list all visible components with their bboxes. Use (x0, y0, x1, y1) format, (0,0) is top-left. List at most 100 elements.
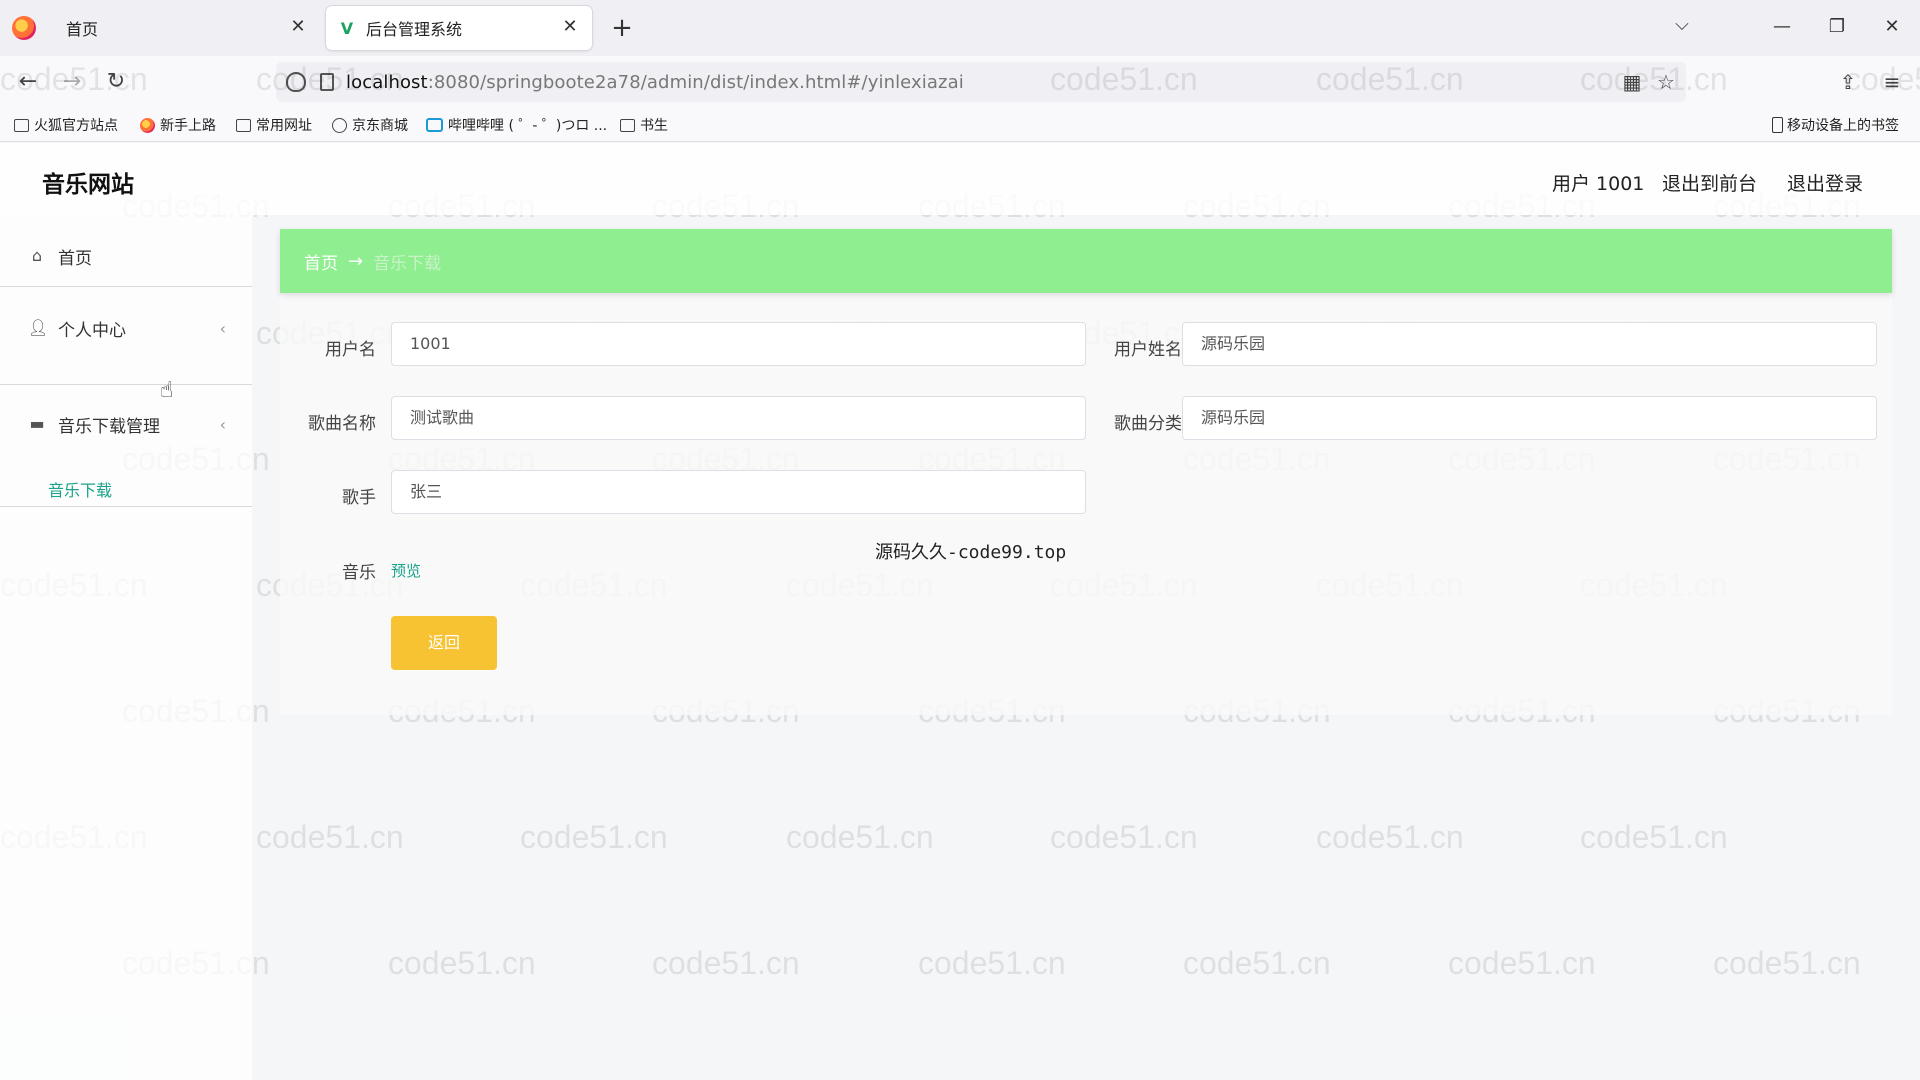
bilibili-icon (426, 118, 443, 132)
watermark: code51.cn (388, 945, 536, 981)
watermark: code51.cn (652, 945, 800, 981)
watermark: code51.cn (1448, 945, 1596, 981)
category-label: 歌曲分类 (1114, 414, 1182, 434)
firefox-icon (140, 117, 155, 133)
app-header: 音乐网站 用户 1001 退出到前台 退出登录 (0, 143, 1920, 215)
watermark: code51.cn (918, 945, 1066, 981)
sidebar-item-label: 音乐下载管理 (58, 416, 160, 437)
bookmark-label: 常用网址 (256, 118, 312, 134)
close-icon[interactable]: ✕ (286, 15, 310, 39)
page-icon (320, 73, 334, 91)
watermark: code51.cn (1713, 945, 1861, 981)
back-arrow-icon[interactable]: ← (10, 66, 46, 98)
firefox-icon[interactable] (12, 16, 36, 40)
watermark: code51.cn (520, 819, 668, 855)
breadcrumb-home[interactable]: 首页 (304, 249, 338, 274)
song-name-label: 歌曲名称 (308, 414, 376, 434)
chevron-left-icon: ‹ (219, 414, 226, 434)
globe-icon (332, 117, 347, 133)
watermark: code51.cn (1316, 819, 1464, 855)
restore-icon[interactable]: ❐ (1815, 10, 1859, 44)
browser-tab-strip: 首页 ✕ V 后台管理系统 ✕ + ⌵ — ❐ ✕ (0, 0, 1920, 56)
bookmark-shusheng[interactable]: 书生 (620, 114, 668, 136)
qr-code-icon[interactable]: ▦ (1620, 70, 1644, 94)
vue-icon: V (340, 18, 354, 38)
preview-link[interactable]: 预览 (391, 560, 421, 581)
music-label: 音乐 (342, 563, 376, 583)
user-label: 用户 1001 (1552, 173, 1645, 195)
bookmark-label: 火狐官方站点 (34, 118, 118, 134)
chevron-down-icon[interactable]: ⌵ (1666, 14, 1698, 42)
bookmark-getting-started[interactable]: 新手上路 (140, 114, 216, 136)
bookmark-firefox-site[interactable]: 火狐官方站点 (14, 114, 118, 136)
forward-arrow-icon[interactable]: → (54, 66, 90, 98)
username-field[interactable]: 1001 (391, 322, 1086, 366)
sidebar-item-label: 个人中心 (58, 320, 126, 341)
arrow-right-icon: → (348, 250, 364, 272)
folder-icon (14, 118, 29, 132)
sidebar-item-personal-center[interactable]: 👤︎ 个人中心 ‹ (0, 311, 252, 345)
close-icon[interactable]: ✕ (558, 15, 582, 39)
mobile-icon (1772, 117, 1783, 133)
divider (0, 384, 252, 385)
tab-admin[interactable]: V 后台管理系统 ✕ (326, 6, 592, 50)
folder-icon (620, 118, 635, 132)
back-button[interactable]: 返回 (391, 616, 497, 670)
watermark: code51.cn (1050, 819, 1198, 855)
main-panel: 首页 → 音乐下载 用户名 1001 用户姓名 源码乐园 歌曲名称 测试歌曲 歌… (280, 229, 1892, 715)
bookmark-common-sites[interactable]: 常用网址 (236, 114, 312, 136)
address-bar[interactable]: localhost:8080/springboote2a78/admin/dis… (276, 62, 1686, 102)
window-close-icon[interactable]: ✕ (1870, 10, 1914, 44)
bookmarks-bar: 火狐官方站点 新手上路 常用网址 京东商城 哔哩哔哩 ( ゜- ゜)つロ ...… (0, 108, 1920, 142)
singer-label: 歌手 (342, 488, 376, 508)
song-name-field[interactable]: 测试歌曲 (391, 396, 1086, 440)
bookmark-jd[interactable]: 京东商城 (332, 114, 408, 136)
category-field[interactable]: 源码乐园 (1182, 396, 1877, 440)
bookmark-bilibili[interactable]: 哔哩哔哩 ( ゜- ゜)つロ ... (426, 114, 607, 136)
minimize-icon[interactable]: — (1760, 10, 1804, 44)
folder-icon (236, 118, 251, 132)
breadcrumb-current: 音乐下载 (373, 253, 442, 274)
bookmark-label: 移动设备上的书签 (1787, 118, 1899, 134)
logout-link[interactable]: 退出登录 (1787, 169, 1863, 196)
exit-to-front-link[interactable]: 退出到前台 (1662, 169, 1757, 196)
menu-icon[interactable]: ≡ (1874, 66, 1910, 98)
app-root: code51.cn code51.cn code51.cn code51.cn … (0, 61, 1920, 1080)
sidebar-item-label: 首页 (58, 248, 92, 269)
sidebar-item-music-download-mgmt[interactable]: ▬ 音乐下载管理 ‹ (0, 407, 252, 441)
bookmark-mobile[interactable]: 移动设备上的书签 (1772, 114, 1899, 136)
briefcase-icon: ▬ (29, 414, 45, 433)
sidebar-item-home[interactable]: ⌂ 首页 (0, 239, 252, 273)
tab-home[interactable]: 首页 ✕ (50, 6, 320, 50)
extensions-icon[interactable]: ⇪ (1830, 66, 1866, 98)
watermark: code51.cn (256, 819, 404, 855)
reload-icon[interactable]: ↻ (98, 66, 134, 98)
url-text[interactable]: localhost:8080/springboote2a78/admin/dis… (346, 72, 964, 93)
watermark: code51.cn (1580, 819, 1728, 855)
bookmark-label: 书生 (640, 118, 668, 134)
realname-label: 用户姓名 (1114, 340, 1182, 360)
overlay-watermark-text: 源码久久-code99.top (875, 542, 1067, 563)
sidebar-subitem-music-download[interactable]: 音乐下载 (48, 477, 112, 501)
breadcrumb: 首页 → 音乐下载 (280, 229, 1892, 293)
chevron-left-icon: ‹ (219, 318, 226, 338)
star-icon[interactable]: ☆ (1654, 70, 1678, 94)
shield-icon[interactable] (286, 72, 306, 92)
bookmark-label: 新手上路 (160, 118, 216, 134)
watermark: code51.cn (786, 819, 934, 855)
singer-field[interactable]: 张三 (391, 470, 1086, 514)
divider (0, 286, 252, 287)
new-tab-button[interactable]: + (606, 12, 638, 44)
tab-label: 首页 (66, 20, 99, 39)
url-host: localhost (346, 71, 428, 93)
bookmark-label: 京东商城 (352, 118, 408, 134)
realname-field[interactable]: 源码乐园 (1182, 322, 1877, 366)
home-icon: ⌂ (31, 246, 43, 265)
watermark: code51.cn (1183, 945, 1331, 981)
url-path: :8080/springboote2a78/admin/dist/index.h… (427, 71, 964, 93)
bookmark-label: 哔哩哔哩 ( ゜- ゜)つロ ... (448, 118, 608, 134)
divider (0, 506, 252, 507)
sidebar: ⌂ 首页 👤︎ 个人中心 ‹ ▬ 音乐下载管理 ‹ 音乐下载 (0, 215, 252, 1080)
hand-cursor-icon: ☝ (160, 378, 174, 403)
username-label: 用户名 (325, 340, 376, 360)
